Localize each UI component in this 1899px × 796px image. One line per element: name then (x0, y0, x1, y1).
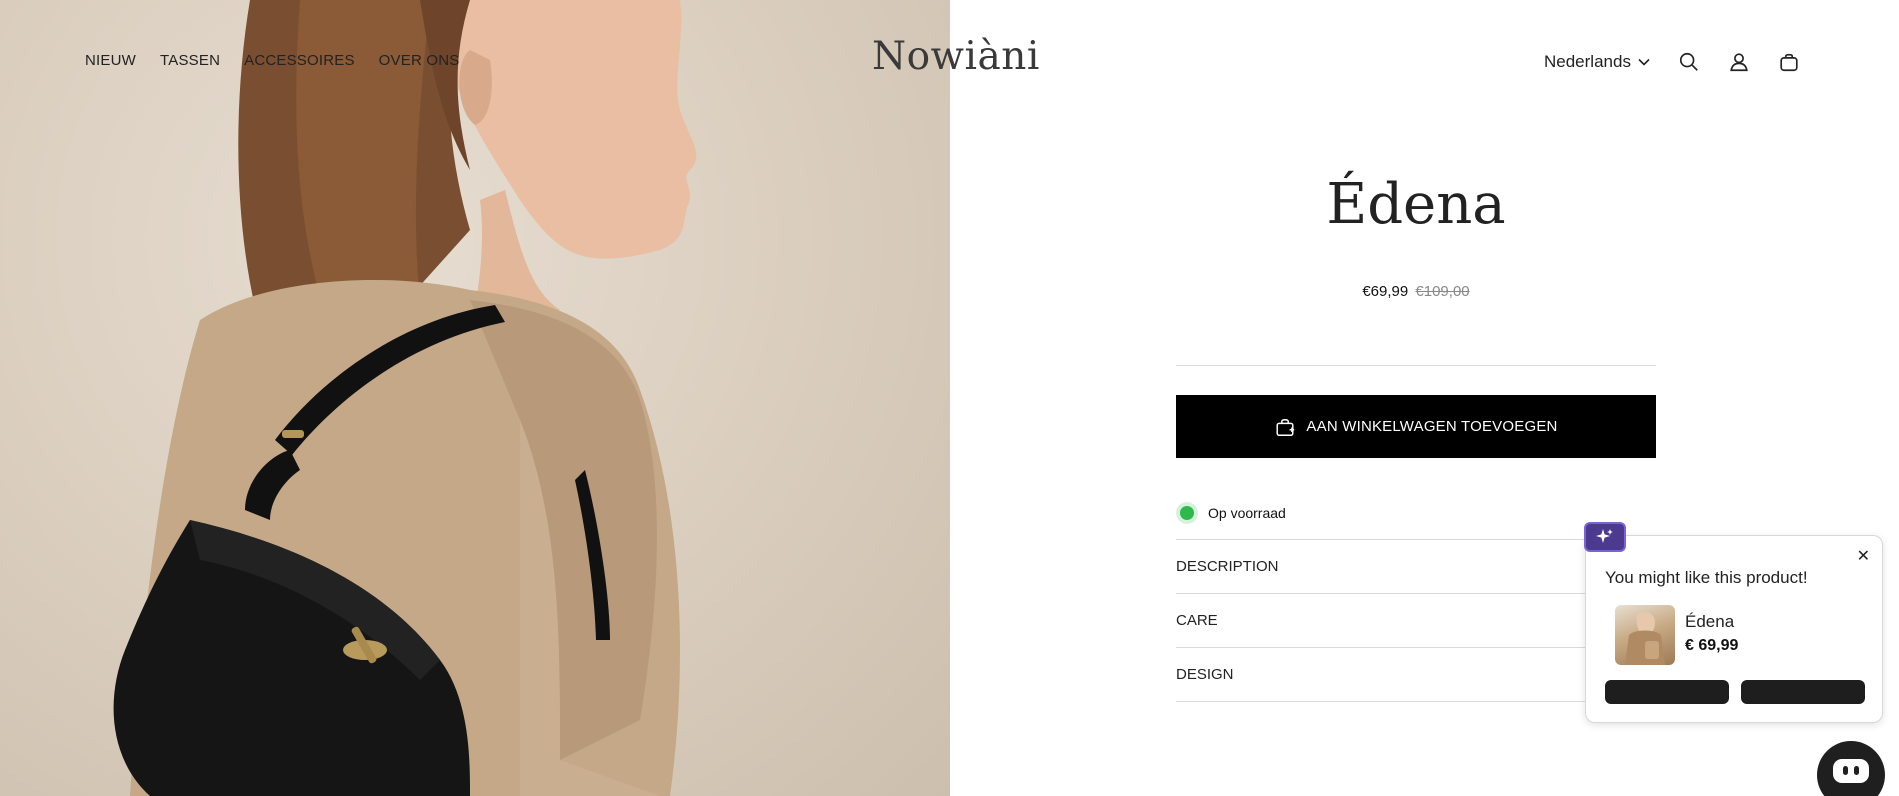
cart-plus-icon (1276, 418, 1295, 436)
popup-product-thumbnail[interactable] (1615, 605, 1675, 665)
accordion-design[interactable]: DESIGN (1176, 648, 1656, 702)
cart-icon[interactable] (1777, 50, 1801, 74)
add-to-cart-button[interactable]: AAN WINKELWAGEN TOEVOEGEN (1176, 395, 1656, 458)
accordion-care-label: CARE (1176, 612, 1218, 629)
chevron-down-icon (1638, 58, 1650, 66)
header-actions: Nederlands (1544, 50, 1827, 74)
nav-item-accessoires[interactable]: ACCESSOIRES (244, 52, 355, 69)
stock-label: Op voorraad (1208, 505, 1286, 521)
recommendation-popup: ✕ You might like this product! Édena € 6… (1585, 535, 1883, 723)
divider (1176, 365, 1656, 366)
popup-action-button[interactable] (1741, 680, 1865, 704)
nav-item-nieuw[interactable]: NIEUW (85, 52, 136, 69)
brand-logo[interactable]: Nowiàni (872, 34, 1040, 79)
chat-launcher-button[interactable] (1817, 741, 1885, 796)
language-selector[interactable]: Nederlands (1544, 52, 1651, 72)
sparkle-icon (1584, 522, 1626, 552)
accordion-design-label: DESIGN (1176, 666, 1234, 683)
hero-image (0, 0, 950, 796)
product-title: Édena (1326, 172, 1506, 237)
chat-icon (1833, 759, 1869, 783)
accordion-care[interactable]: CARE (1176, 594, 1656, 648)
nav-item-over-ons[interactable]: OVER ONS (379, 52, 460, 69)
popup-action-button[interactable] (1605, 680, 1729, 704)
nav-item-tassen[interactable]: TASSEN (160, 52, 220, 69)
search-icon[interactable] (1677, 50, 1701, 74)
language-label: Nederlands (1544, 52, 1631, 71)
in-stock-indicator (1176, 502, 1198, 524)
model-photo (113, 0, 697, 796)
main-nav: NIEUW TASSEN ACCESSOIRES OVER ONS (85, 52, 459, 69)
popup-product-price: € 69,99 (1685, 637, 1739, 654)
stock-status: Op voorraad (1176, 502, 1286, 524)
product-compare-price: €109,00 (1415, 283, 1470, 300)
close-icon[interactable]: ✕ (1857, 546, 1870, 566)
popup-product-name[interactable]: Édena (1685, 612, 1734, 632)
popup-title: You might like this product! (1605, 568, 1808, 587)
accordion-description-label: DESCRIPTION (1176, 558, 1279, 575)
add-to-cart-label: AAN WINKELWAGEN TOEVOEGEN (1306, 418, 1558, 435)
product-price: €69,99 (1362, 283, 1409, 300)
product-price-row: €69,99 €109,00 (1176, 283, 1656, 300)
account-icon[interactable] (1727, 50, 1751, 74)
